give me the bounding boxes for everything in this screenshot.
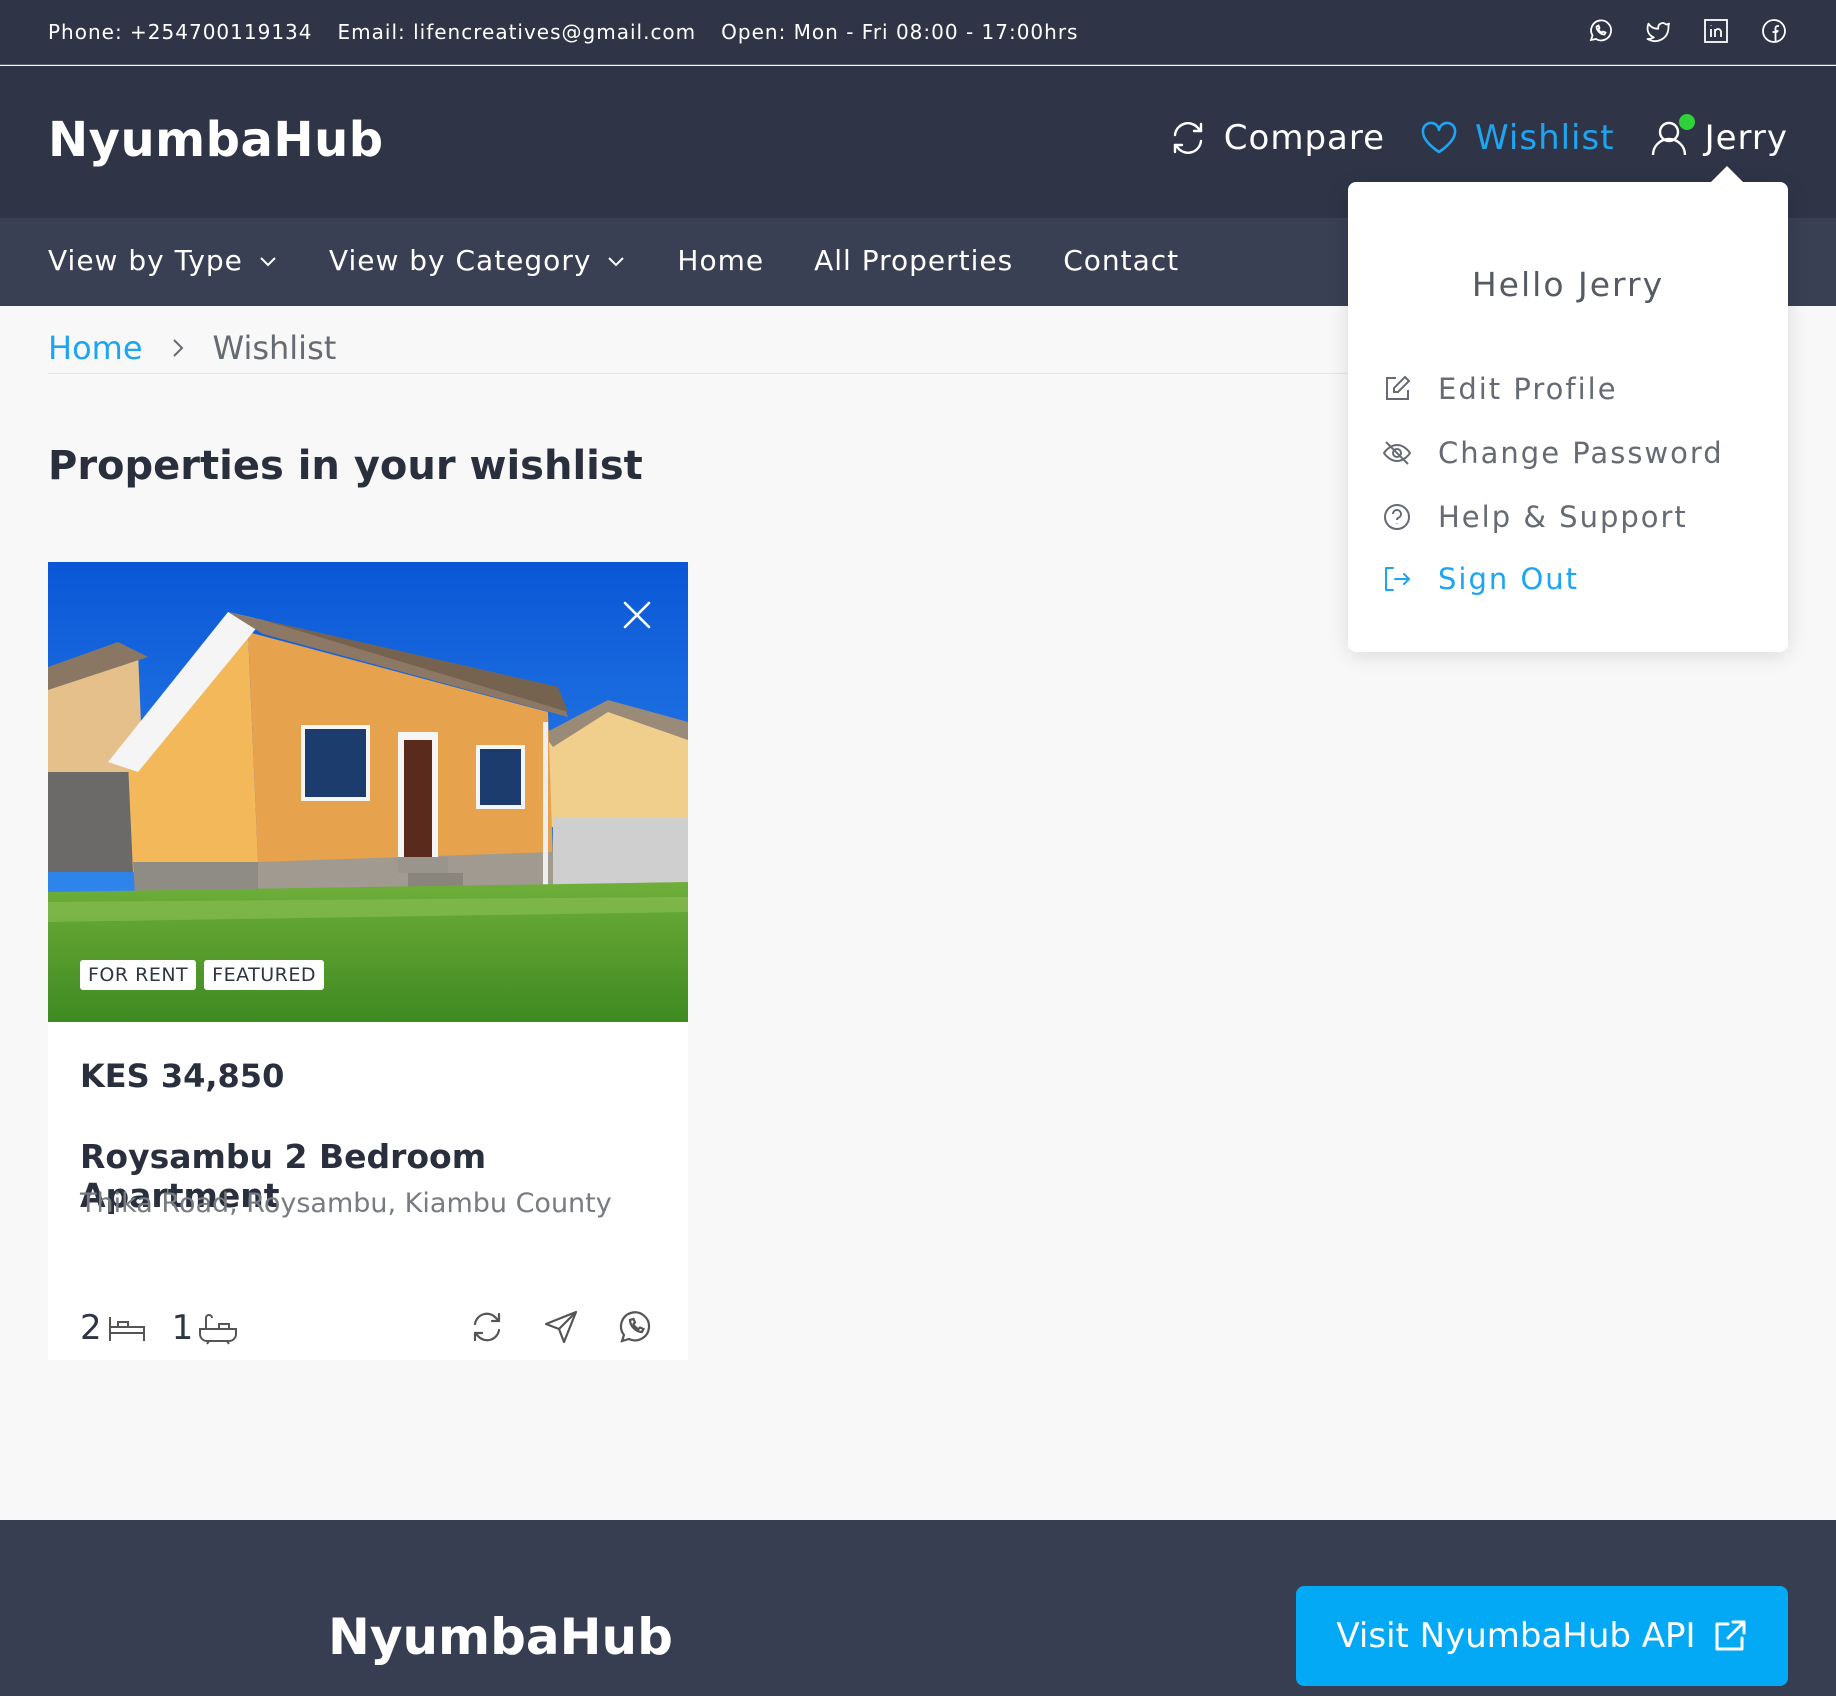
footer-logo[interactable]: NyumbaHub <box>328 1608 673 1666</box>
wishlist-label: Wishlist <box>1475 118 1615 158</box>
menu-all-properties-label: All Properties <box>814 244 1014 277</box>
chevron-right-icon <box>172 338 183 357</box>
menu-view-by-type-label: View by Type <box>48 244 243 277</box>
menu-all-properties[interactable]: All Properties <box>814 244 1013 277</box>
edit-icon <box>1382 374 1412 404</box>
whatsapp-icon[interactable] <box>1586 17 1614 45</box>
phone-text: Phone: +254700119134 <box>48 20 313 44</box>
badge-featured: FEATURED <box>204 960 324 990</box>
compare-label: Compare <box>1223 118 1386 158</box>
page-title: Properties in your wishlist <box>48 443 643 489</box>
user-dropdown-menu: Hello Jerry Edit Profile Change Password… <box>1348 166 1788 652</box>
menu-view-by-category-label: View by Category <box>328 244 592 277</box>
twitter-icon[interactable] <box>1644 17 1672 45</box>
property-badges: FOR RENT FEATURED <box>80 960 324 990</box>
social-links <box>1586 17 1788 45</box>
external-link-icon <box>1715 1620 1746 1651</box>
site-logo[interactable]: NyumbaHub <box>48 112 384 168</box>
chevron-down-icon <box>260 256 276 266</box>
visit-api-button[interactable]: Visit NyumbaHub API <box>1296 1586 1788 1686</box>
sign-out-item[interactable]: Sign Out <box>1382 562 1579 596</box>
main-menu: View by Type View by Category Home All P… <box>48 244 1179 277</box>
hours-text: Open: Mon - Fri 08:00 - 17:00hrs <box>721 20 1079 44</box>
user-icon <box>1649 114 1695 158</box>
compare-icon[interactable] <box>468 1308 506 1346</box>
visit-api-label: Visit NyumbaHub API <box>1336 1616 1696 1656</box>
change-password-item[interactable]: Change Password <box>1382 436 1724 470</box>
whatsapp-icon[interactable] <box>616 1308 654 1346</box>
edit-profile-item[interactable]: Edit Profile <box>1382 372 1618 406</box>
chevron-down-icon <box>608 256 625 266</box>
compare-link[interactable]: Compare <box>1168 118 1385 158</box>
sign-out-icon <box>1382 564 1412 594</box>
menu-view-by-type[interactable]: View by Type <box>48 244 279 277</box>
user-greeting: Hello Jerry <box>1471 265 1665 304</box>
breadcrumb-home[interactable]: Home <box>48 329 143 367</box>
user-menu-toggle[interactable]: Jerry <box>1649 114 1788 158</box>
badge-for-rent: FOR RENT <box>80 960 197 990</box>
user-name: Jerry <box>1704 118 1788 158</box>
bedrooms-count: 2 <box>80 1308 102 1348</box>
help-icon <box>1382 502 1412 532</box>
facebook-icon[interactable] <box>1760 17 1788 45</box>
help-support-item[interactable]: Help & Support <box>1382 500 1688 534</box>
property-location: Thika Road, Roysambu, Kiambu County <box>80 1188 612 1219</box>
eye-off-icon <box>1382 438 1412 468</box>
property-photo[interactable]: FOR RENT FEATURED <box>48 562 688 1022</box>
header-nav: Compare Wishlist Jerry <box>1168 114 1788 158</box>
property-price: KES 34,850 <box>80 1057 285 1095</box>
email-text: Email: lifencreatives@gmail.com <box>337 20 697 44</box>
dropdown-caret <box>1710 166 1744 183</box>
sign-out-label: Sign Out <box>1438 562 1580 596</box>
menu-contact[interactable]: Contact <box>1063 244 1179 277</box>
top-info-bar: Phone: +254700119134 Email: lifencreativ… <box>0 0 1836 65</box>
menu-home-label: Home <box>677 244 765 277</box>
site-footer: NyumbaHub Visit NyumbaHub API <box>0 1520 1836 1696</box>
bathtub-icon <box>199 1314 238 1345</box>
contact-info: Phone: +254700119134 Email: lifencreativ… <box>48 20 1078 44</box>
bathrooms-count: 1 <box>171 1308 194 1348</box>
breadcrumb-current: Wishlist <box>212 328 337 367</box>
bed-icon <box>108 1317 145 1341</box>
property-features: 2 1 <box>80 1308 239 1348</box>
property-card[interactable]: FOR RENT FEATURED KES 34,850 Roysambu 2 … <box>48 562 688 1360</box>
menu-home[interactable]: Home <box>677 244 764 277</box>
online-status-dot <box>1678 114 1695 130</box>
compare-icon <box>1168 118 1208 158</box>
change-password-label: Change Password <box>1438 436 1724 470</box>
menu-view-by-category[interactable]: View by Category <box>329 244 628 277</box>
edit-profile-label: Edit Profile <box>1438 372 1618 406</box>
menu-contact-label: Contact <box>1063 244 1180 277</box>
wishlist-link[interactable]: Wishlist <box>1419 118 1615 158</box>
bathrooms-feature: 1 <box>172 1308 240 1348</box>
share-icon[interactable] <box>542 1308 580 1346</box>
heart-icon <box>1419 118 1459 158</box>
remove-from-wishlist-icon[interactable] <box>620 598 654 632</box>
linkedin-icon[interactable] <box>1702 17 1730 45</box>
help-support-label: Help & Support <box>1438 500 1688 534</box>
property-actions <box>468 1308 654 1346</box>
bedrooms-feature: 2 <box>80 1308 148 1348</box>
